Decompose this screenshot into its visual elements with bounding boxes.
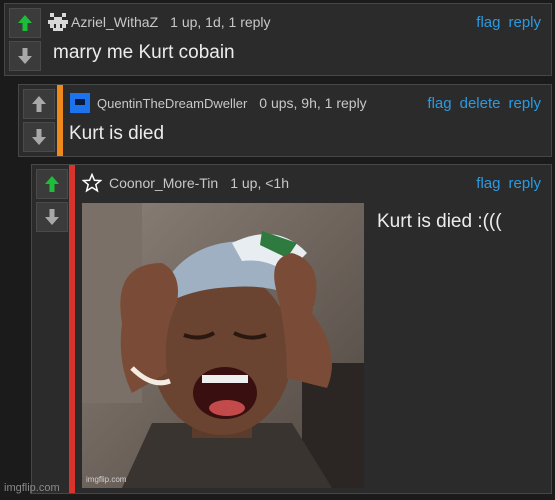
comment-2: QuentinTheDreamDweller 0 ups, 9h, 1 repl… xyxy=(18,84,552,157)
comment-header: Coonor_More-Tin 1 up, <1h flag reply xyxy=(81,173,541,193)
comment-text: Kurt is died :((( xyxy=(377,211,502,232)
avatar[interactable] xyxy=(81,172,103,194)
comment-actions: flag delete reply xyxy=(427,95,541,112)
comment-body: Coonor_More-Tin 1 up, <1h flag reply img… xyxy=(75,165,551,493)
comment-meta: 1 up, 1d, 1 reply xyxy=(170,14,271,30)
footer-watermark: imgflip.com xyxy=(4,482,60,494)
delete-link[interactable]: delete xyxy=(460,95,501,112)
flag-link[interactable]: flag xyxy=(427,95,451,112)
comment-header: QuentinTheDreamDweller 0 ups, 9h, 1 repl… xyxy=(69,93,541,113)
pixel-mask-icon xyxy=(47,11,69,33)
arrow-down-icon xyxy=(45,209,59,225)
downvote-button[interactable] xyxy=(36,202,68,232)
reply-link[interactable]: reply xyxy=(508,175,541,192)
downvote-button[interactable] xyxy=(9,41,41,71)
avatar[interactable] xyxy=(69,92,91,114)
arrow-up-icon xyxy=(45,176,59,192)
username[interactable]: QuentinTheDreamDweller xyxy=(97,96,247,111)
arrow-up-icon xyxy=(32,96,46,112)
comment-header: Azriel_WithaZ 1 up, 1d, 1 reply flag rep… xyxy=(47,11,541,33)
comment-actions: flag reply xyxy=(476,175,541,192)
comment-text: Kurt is died xyxy=(69,123,165,144)
username[interactable]: Coonor_More-Tin xyxy=(109,175,218,191)
comment-body: QuentinTheDreamDweller 0 ups, 9h, 1 repl… xyxy=(63,85,551,156)
flag-link[interactable]: flag xyxy=(476,14,500,31)
reply-link[interactable]: reply xyxy=(508,95,541,112)
downvote-button[interactable] xyxy=(23,122,55,152)
vote-controls xyxy=(36,169,68,232)
upvote-button[interactable] xyxy=(23,89,55,119)
flag-link[interactable]: flag xyxy=(476,175,500,192)
arrow-down-icon xyxy=(32,129,46,145)
reply-link[interactable]: reply xyxy=(508,14,541,31)
crying-man-image xyxy=(82,203,364,488)
comment-text: marry me Kurt cobain xyxy=(53,42,235,63)
upvote-button[interactable] xyxy=(36,169,68,199)
image-watermark: imgflip.com xyxy=(86,475,127,484)
username[interactable]: Azriel_WithaZ xyxy=(71,14,158,30)
vote-controls xyxy=(9,8,41,71)
comment-1: Azriel_WithaZ 1 up, 1d, 1 reply flag rep… xyxy=(4,3,552,76)
comment-meta: 0 ups, 9h, 1 reply xyxy=(259,95,367,111)
vote-controls xyxy=(23,89,55,152)
comment-image[interactable]: imgflip.com xyxy=(82,203,364,488)
comment-3: Coonor_More-Tin 1 up, <1h flag reply img… xyxy=(31,164,552,494)
comment-body: Azriel_WithaZ 1 up, 1d, 1 reply flag rep… xyxy=(43,4,551,75)
avatar[interactable] xyxy=(47,11,69,33)
comment-actions: flag reply xyxy=(476,14,541,31)
blue-square-icon xyxy=(70,93,90,113)
upvote-button[interactable] xyxy=(9,8,41,38)
arrow-up-icon xyxy=(18,15,32,31)
star-outline-icon xyxy=(82,173,102,193)
arrow-down-icon xyxy=(18,48,32,64)
comment-meta: 1 up, <1h xyxy=(230,175,289,191)
